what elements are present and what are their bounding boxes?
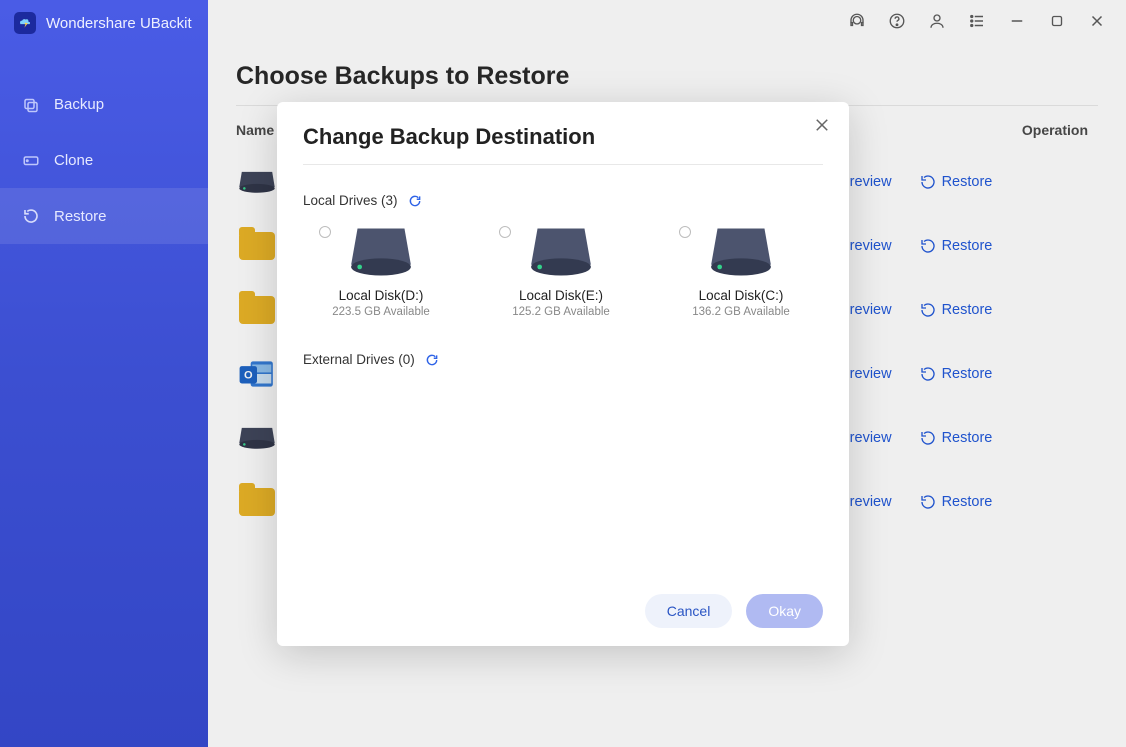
- drive-option[interactable]: Local Disk(C:) 136.2 GB Available: [671, 226, 811, 318]
- drive-capacity: 223.5 GB Available: [332, 306, 430, 318]
- nav: Backup Clone Restore: [0, 76, 208, 244]
- hdd-icon: [529, 226, 593, 278]
- external-drives-label: External Drives (0): [303, 352, 823, 367]
- sidebar-item-label: Clone: [54, 152, 93, 169]
- sidebar-item-backup[interactable]: Backup: [0, 76, 208, 132]
- sidebar-item-clone[interactable]: Clone: [0, 132, 208, 188]
- sidebar: Wondershare UBackit Backup Clone Restore: [0, 0, 208, 747]
- clone-icon: [22, 151, 40, 169]
- okay-button[interactable]: Okay: [746, 594, 823, 628]
- radio-icon[interactable]: [679, 226, 691, 238]
- local-drives-list: Local Disk(D:) 223.5 GB Available Local …: [303, 226, 823, 318]
- hdd-icon: [709, 226, 773, 278]
- sidebar-item-label: Restore: [54, 208, 107, 225]
- backup-icon: [22, 95, 40, 113]
- refresh-icon[interactable]: [408, 194, 422, 208]
- drive-capacity: 136.2 GB Available: [692, 306, 790, 318]
- drive-name: Local Disk(E:): [519, 288, 603, 303]
- hdd-icon: [349, 226, 413, 278]
- app-name: Wondershare UBackit: [46, 15, 192, 32]
- drive-name: Local Disk(C:): [699, 288, 784, 303]
- drive-option[interactable]: Local Disk(D:) 223.5 GB Available: [311, 226, 451, 318]
- app-brand: Wondershare UBackit: [0, 0, 208, 48]
- app-logo-icon: [14, 12, 36, 34]
- drive-capacity: 125.2 GB Available: [512, 306, 610, 318]
- close-icon[interactable]: [813, 116, 831, 134]
- radio-icon[interactable]: [499, 226, 511, 238]
- modal-footer: Cancel Okay: [303, 578, 823, 628]
- sidebar-item-restore[interactable]: Restore: [0, 188, 208, 244]
- cancel-button[interactable]: Cancel: [645, 594, 733, 628]
- drive-option[interactable]: Local Disk(E:) 125.2 GB Available: [491, 226, 631, 318]
- refresh-icon[interactable]: [425, 353, 439, 367]
- local-drives-label: Local Drives (3): [303, 193, 823, 208]
- sidebar-item-label: Backup: [54, 96, 104, 113]
- radio-icon[interactable]: [319, 226, 331, 238]
- restore-icon: [22, 207, 40, 225]
- change-destination-modal: Change Backup Destination Local Drives (…: [277, 102, 849, 646]
- drive-name: Local Disk(D:): [339, 288, 424, 303]
- modal-title: Change Backup Destination: [303, 124, 823, 165]
